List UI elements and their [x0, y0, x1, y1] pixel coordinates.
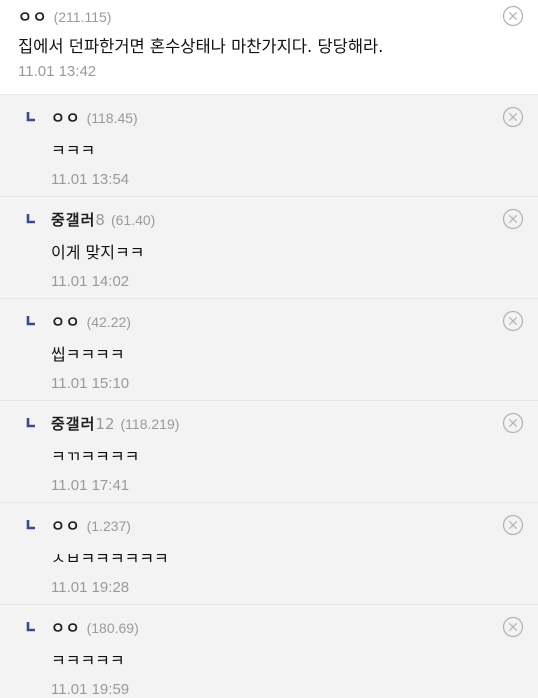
- reply-author[interactable]: ㅇㅇ: [51, 515, 81, 537]
- author-name: ㅇㅇ: [51, 109, 81, 127]
- reply-item: ㅇㅇ (42.22) 씹ㅋㅋㅋㅋ 11.01 15:10: [0, 299, 538, 401]
- reply-item: ㅇㅇ (118.45) ㅋㅋㅋ 11.01 13:54: [0, 95, 538, 197]
- delete-comment-button[interactable]: [502, 5, 524, 27]
- comment-text: 집에서 던파한거면 혼수상태나 마찬가지다. 당당해라.: [18, 37, 384, 56]
- reply-timestamp: 11.01 14:02: [51, 273, 130, 290]
- reply-header: ㅇㅇ (1.237): [51, 515, 520, 537]
- delete-reply-button[interactable]: [502, 310, 524, 332]
- reply-text: 씹ㅋㅋㅋㅋ: [51, 345, 125, 364]
- author-name: ㅇㅇ: [51, 619, 81, 637]
- delete-reply-button[interactable]: [502, 412, 524, 434]
- reply-header: 중갤러12 (118.219): [51, 413, 520, 435]
- reply-text: 이게 맞지ㅋㅋ: [51, 243, 145, 262]
- close-circle-icon: [502, 514, 524, 536]
- reply-header: ㅇㅇ (42.22): [51, 311, 520, 333]
- author-suffix: 12: [95, 415, 115, 433]
- reply-timestamp: 11.01 19:28: [51, 579, 130, 596]
- comment-item: ㅇㅇ (211.115) 집에서 던파한거면 혼수상태나 마찬가지다. 당당해라…: [0, 0, 538, 95]
- comment-header: ㅇㅇ (211.115): [18, 6, 520, 28]
- author-ip: (180.69): [86, 620, 139, 636]
- delete-reply-button[interactable]: [502, 208, 524, 230]
- close-circle-icon: [502, 5, 524, 27]
- reply-header: 중갤러8 (61.40): [51, 209, 520, 231]
- author-name: ㅇㅇ: [18, 8, 48, 26]
- author-ip: (118.219): [120, 416, 180, 432]
- reply-text: ㅋㄲㅋㅋㅋㅋ: [51, 447, 140, 466]
- reply-timestamp: 11.01 17:41: [51, 477, 130, 494]
- reply-arrow-icon: [26, 418, 35, 428]
- author-ip: (211.115): [53, 9, 112, 25]
- reply-arrow-icon: [26, 520, 35, 530]
- reply-item: ㅇㅇ (1.237) ㅅㅂㅋㅋㅋㅋㅋㅋ 11.01 19:28: [0, 503, 538, 605]
- author-ip: (42.22): [86, 314, 131, 330]
- comment-author[interactable]: ㅇㅇ: [18, 6, 48, 28]
- reply-arrow-icon: [26, 112, 35, 122]
- reply-author[interactable]: ㅇㅇ: [51, 311, 81, 333]
- reply-item: ㅇㅇ (180.69) ㅋㅋㅋㅋㅋ 11.01 19:59: [0, 605, 538, 698]
- author-name: 중갤러: [51, 415, 96, 433]
- reply-header: ㅇㅇ (180.69): [51, 617, 520, 639]
- author-ip: (118.45): [86, 110, 138, 126]
- reply-author[interactable]: ㅇㅇ: [51, 107, 81, 129]
- reply-text: ㅅㅂㅋㅋㅋㅋㅋㅋ: [51, 549, 169, 568]
- reply-timestamp: 11.01 13:54: [51, 171, 130, 188]
- reply-author[interactable]: 중갤러12: [51, 413, 115, 435]
- reply-author[interactable]: ㅇㅇ: [51, 617, 81, 639]
- close-circle-icon: [502, 412, 524, 434]
- author-name: ㅇㅇ: [51, 517, 81, 535]
- reply-arrow-icon: [26, 316, 35, 326]
- reply-text: ㅋㅋㅋ: [51, 141, 96, 160]
- author-ip: (61.40): [110, 212, 156, 228]
- reply-item: 중갤러12 (118.219) ㅋㄲㅋㅋㅋㅋ 11.01 17:41: [0, 401, 538, 503]
- comment-timestamp: 11.01 13:42: [18, 63, 97, 80]
- reply-arrow-icon: [26, 214, 35, 224]
- reply-header: ㅇㅇ (118.45): [51, 107, 520, 129]
- author-ip: (1.237): [86, 518, 131, 534]
- delete-reply-button[interactable]: [502, 616, 524, 638]
- author-name: 중갤러: [51, 211, 96, 229]
- reply-item: 중갤러8 (61.40) 이게 맞지ㅋㅋ 11.01 14:02: [0, 197, 538, 299]
- author-suffix: 8: [95, 211, 105, 229]
- reply-text: ㅋㅋㅋㅋㅋ: [51, 651, 125, 670]
- close-circle-icon: [502, 616, 524, 638]
- reply-timestamp: 11.01 15:10: [51, 375, 130, 392]
- delete-reply-button[interactable]: [502, 514, 524, 536]
- close-circle-icon: [502, 106, 524, 128]
- reply-author[interactable]: 중갤러8: [51, 209, 105, 231]
- author-name: ㅇㅇ: [51, 313, 81, 331]
- reply-timestamp: 11.01 19:59: [51, 681, 130, 698]
- close-circle-icon: [502, 208, 524, 230]
- close-circle-icon: [502, 310, 524, 332]
- reply-arrow-icon: [26, 622, 35, 632]
- comment-list: ㅇㅇ (211.115) 집에서 던파한거면 혼수상태나 마찬가지다. 당당해라…: [0, 0, 538, 698]
- delete-reply-button[interactable]: [502, 106, 524, 128]
